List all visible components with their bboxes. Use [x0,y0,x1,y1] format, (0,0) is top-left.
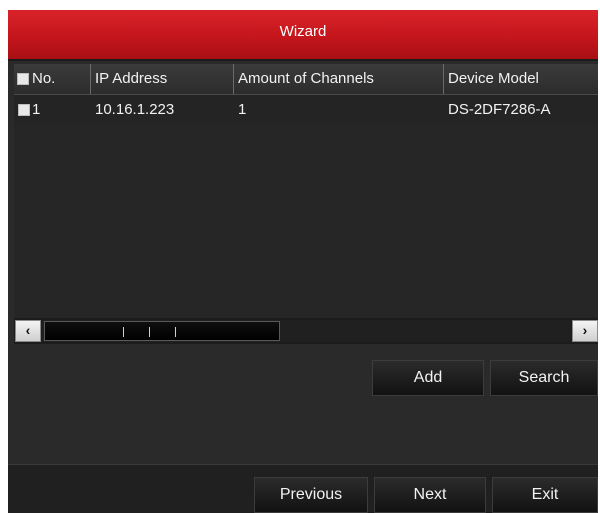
cell-channels: 1 [234,95,444,125]
search-button[interactable]: Search [490,360,598,396]
column-header-ip-label: IP Address [95,70,168,87]
select-all-checkbox[interactable] [17,73,29,85]
title-bar: Wizard [8,10,598,59]
scroll-thumb[interactable] [44,321,280,341]
chevron-right-icon: › [582,322,588,338]
scroll-right-button[interactable]: › [572,320,598,342]
column-header-model-label: Device Model [448,70,539,87]
search-button-label: Search [518,369,570,386]
chevron-left-icon: ‹ [25,322,31,338]
next-button[interactable]: Next [374,477,486,513]
add-button[interactable]: Add [372,360,484,396]
grip-line-icon [175,327,176,337]
column-header-ip[interactable]: IP Address [91,64,234,94]
column-header-model[interactable]: Device Model [444,64,598,94]
previous-button[interactable]: Previous [254,477,368,513]
exit-button[interactable]: Exit [492,477,598,513]
table-row[interactable]: 1 10.16.1.223 1 DS-2DF7286-A [14,95,598,125]
column-header-channels[interactable]: Amount of Channels [234,64,444,94]
exit-button-label: Exit [531,486,559,503]
cell-no-value: 1 [32,101,41,118]
scroll-track[interactable] [42,320,570,342]
cell-ip: 10.16.1.223 [91,95,234,125]
scroll-left-button[interactable]: ‹ [15,320,41,342]
next-button-label: Next [413,486,447,503]
column-header-no[interactable]: No. [14,64,91,94]
previous-button-label: Previous [279,486,343,503]
title-separator [8,59,598,61]
table-header: No. IP Address Amount of Channels Device… [14,64,598,95]
grip-line-icon [123,327,124,337]
grip-line-icon [149,327,150,337]
dialog-title: Wizard [279,23,327,40]
column-header-channels-label: Amount of Channels [238,70,374,87]
horizontal-scrollbar[interactable]: ‹ › [14,318,598,344]
wizard-dialog: Wizard No. IP Address Amount of Channels… [8,10,598,513]
row-checkbox[interactable] [18,104,30,116]
cell-model-value: DS-2DF7286-A [448,101,551,118]
cell-no: 1 [14,95,91,125]
cell-ip-value: 10.16.1.223 [95,101,175,118]
add-button-label: Add [413,369,443,386]
cell-channels-value: 1 [238,101,247,118]
device-table: No. IP Address Amount of Channels Device… [14,64,598,344]
column-header-no-label: No. [32,70,56,87]
cell-model: DS-2DF7286-A [444,95,598,125]
